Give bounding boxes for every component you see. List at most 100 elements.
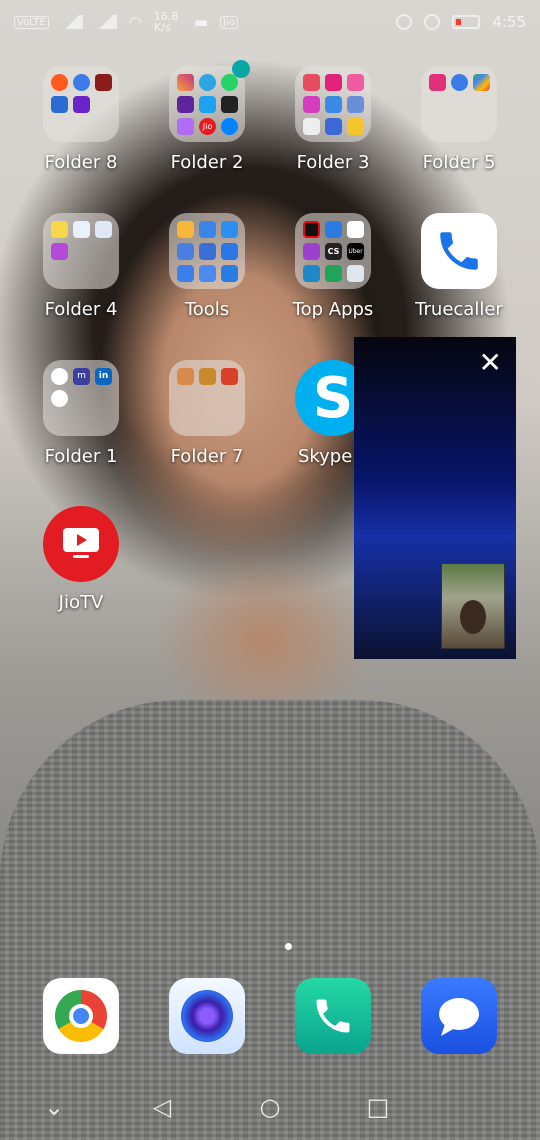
folder-icon [43,66,119,142]
netflix-mini-icon [303,221,320,238]
app-mini-icon [51,243,68,260]
folder-top-apps[interactable]: CS Uber Top Apps [270,213,396,320]
app-label: JioTV [58,592,104,613]
app-mini-icon [325,96,342,113]
recorder-mini-icon [177,243,194,260]
close-icon[interactable]: ✕ [479,349,502,377]
app-truecaller[interactable]: Truecaller [396,213,522,320]
folder-5[interactable]: Folder 5 [396,66,522,173]
volte-badge: VoLTE [14,15,49,29]
folder-tools[interactable]: Tools [144,213,270,320]
app-mini-icon [347,265,364,282]
folder-icon [169,360,245,436]
folder-7[interactable]: Folder 7 [144,360,270,467]
jio-mini-icon: Jio [199,118,216,135]
alarm-icon [424,14,441,30]
app-mini-icon [73,96,90,113]
cloud-mini-icon [199,221,216,238]
linkedin-mini-icon: in [95,368,112,385]
download-mini-icon [221,265,238,282]
play-store-mini-icon [473,74,490,91]
signal-icon [60,15,83,29]
clock: 4:55 [492,13,526,31]
app-label: Folder 1 [44,446,118,467]
self-preview-video[interactable] [441,563,505,649]
app-label: Tools [184,299,230,320]
app-mini-icon [95,74,112,91]
app-label: Folder 7 [170,446,244,467]
chrome-icon [55,990,107,1042]
wifi-icon: ◠ [128,13,142,31]
folder-8[interactable]: Folder 8 [18,66,144,173]
folder-icon [421,66,497,142]
video-call-pip-window[interactable]: ✕ [354,337,516,659]
instagram-mini-icon [177,74,194,91]
net-speed: 16.8 K/s [153,10,179,34]
phone-clone-mini-icon [199,265,216,282]
chrome-center [69,1004,93,1028]
app-mini-icon [221,96,238,113]
calculator-mini-icon [221,221,238,238]
self-face [460,600,486,634]
dock-phone[interactable] [295,978,371,1054]
app-mini-icon [51,368,68,385]
folder-icon [169,213,245,289]
app-mini-icon [303,243,320,260]
app-jiotv[interactable]: JioTV [18,506,144,613]
app-mini-icon [325,74,342,91]
game-mini-icon [199,368,216,385]
back-button[interactable]: ◁ [142,1093,182,1121]
app-label: Folder 5 [422,152,496,173]
app-label: Folder 8 [44,152,118,173]
shield-mini-icon [325,118,342,135]
dock-camera[interactable] [169,978,245,1054]
vivaldi-mini-icon [51,74,68,91]
folder-icon [43,213,119,289]
eye-comfort-icon [396,14,413,30]
folder-icon: m in [43,360,119,436]
app-mini-icon [325,221,342,238]
app-mini-icon [51,390,68,407]
game-mini-icon [177,368,194,385]
folder-2[interactable]: Jio Folder 2 [144,66,270,173]
clock-mini-icon [451,74,468,91]
folder-icon [295,66,371,142]
signal-icon-2 [94,15,117,29]
app-mini-icon [303,74,320,91]
dock-chrome[interactable] [43,978,119,1054]
app-mini-icon: m [73,368,90,385]
dock-messages[interactable] [421,978,497,1054]
music-mini-icon [177,118,194,135]
page-indicator [285,943,292,950]
folder-4[interactable]: Folder 4 [18,213,144,320]
game-mini-icon [221,368,238,385]
camscanner-mini-icon: CS [325,243,342,260]
truecaller-phone-icon [421,213,497,289]
contacts-mini-icon [177,221,194,238]
app-mini-icon [347,96,364,113]
camera-status-icon: ▬ [193,13,209,31]
calendar-mini-icon [429,74,446,91]
app-mini-icon [221,243,238,260]
app-mini-icon [73,221,90,238]
phone-icon [316,999,350,1033]
collapse-nav-icon[interactable]: ⌄ [34,1093,74,1121]
phonepe-mini-icon [177,96,194,113]
notes-mini-icon [51,221,68,238]
app-mini-icon [325,265,342,282]
messages-icon [439,998,479,1036]
recents-button[interactable]: □ [358,1093,398,1121]
app-mini-icon [303,96,320,113]
home-button[interactable]: ○ [250,1093,290,1121]
wallpaper-sweater [0,700,540,1140]
app-mini-icon [95,221,112,238]
folder-1[interactable]: m in Folder 1 [18,360,144,467]
fm-mini-icon [199,243,216,260]
camera-icon [181,990,233,1042]
app-mini-icon [73,74,90,91]
battery-icon [452,15,481,29]
folder-icon: CS Uber [295,213,371,289]
folder-icon: Jio [169,66,245,142]
app-mini-icon [347,118,364,135]
folder-3[interactable]: Folder 3 [270,66,396,173]
